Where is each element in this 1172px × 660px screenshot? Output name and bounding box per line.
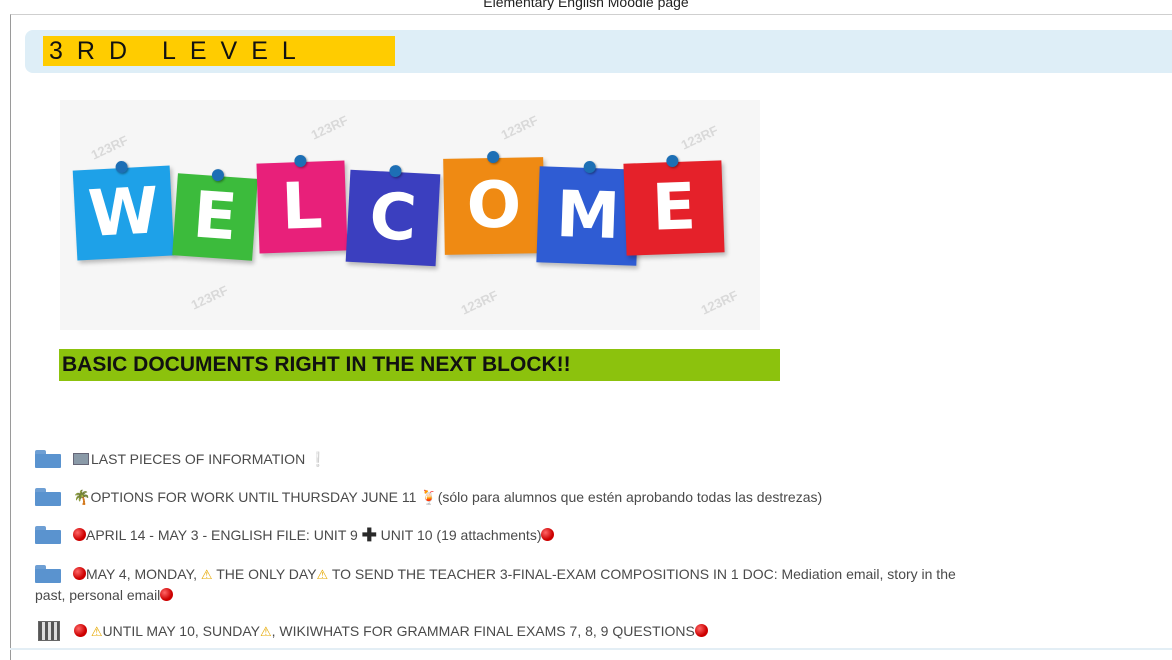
activity-link[interactable]: LAST PIECES OF INFORMATION ❕ — [73, 449, 327, 469]
welcome-tile-c: C — [345, 164, 441, 267]
plus-icon: ✚ — [361, 525, 377, 545]
palm-tree-icon: 🌴 — [73, 489, 91, 505]
welcome-tile-e: E — [172, 168, 258, 261]
red-circle-icon — [74, 624, 87, 637]
warning-icon: ⚠ — [200, 567, 213, 582]
watermark: 123RF — [88, 132, 131, 163]
welcome-tile-o: O — [443, 150, 545, 255]
basic-documents-notice: BASIC DOCUMENTS RIGHT IN THE NEXT BLOCK!… — [59, 349, 780, 381]
activity-folder[interactable]: APRIL 14 - MAY 3 - ENGLISH FILE: UNIT 9 … — [35, 525, 555, 545]
activity-link[interactable]: APRIL 14 - MAY 3 - ENGLISH FILE: UNIT 9 … — [73, 525, 555, 545]
newspaper-icon — [73, 453, 89, 465]
warning-icon: ⚠ — [90, 624, 103, 639]
folder-icon — [35, 526, 61, 544]
warning-icon: ⚠ — [316, 567, 329, 582]
activity-folder[interactable]: LAST PIECES OF INFORMATION ❕ — [35, 449, 327, 469]
section-title[interactable]: 3RD LEVEL — [43, 36, 395, 66]
wiki-icon — [38, 621, 60, 641]
activity-link[interactable]: 🌴OPTIONS FOR WORK UNTIL THURSDAY JUNE 11… — [73, 487, 822, 507]
folder-icon — [35, 565, 61, 583]
welcome-tile-w: W — [72, 160, 175, 261]
activity-folder[interactable]: MAY 4, MONDAY, ⚠ THE ONLY DAY⚠ TO SEND T… — [35, 564, 1165, 605]
red-circle-icon — [73, 567, 86, 580]
document-caption: Elementary English Moodle page — [483, 0, 689, 10]
red-circle-icon — [541, 528, 555, 541]
watermark: 123RF — [698, 287, 741, 318]
cocktail-icon: 🍹 — [420, 489, 438, 505]
red-circle-icon — [694, 624, 708, 637]
red-circle-icon — [73, 528, 86, 541]
section-bottom-border — [10, 648, 1172, 650]
activity-wiki[interactable]: ⚠UNTIL MAY 10, SUNDAY⚠, WIKIWHATS FOR GR… — [35, 621, 708, 642]
welcome-tile-l: L — [256, 154, 348, 254]
exclamation-icon: ❕ — [309, 451, 327, 467]
folder-icon — [35, 450, 61, 468]
watermark: 123RF — [458, 287, 501, 318]
activity-link[interactable]: MAY 4, MONDAY, ⚠ THE ONLY DAY⚠ TO SEND T… — [35, 564, 956, 605]
warning-icon: ⚠ — [259, 624, 272, 639]
watermark: 123RF — [308, 112, 351, 143]
folder-icon — [35, 488, 61, 506]
watermark: 123RF — [498, 112, 541, 143]
welcome-tile-e2: E — [623, 154, 725, 256]
red-circle-icon — [160, 588, 174, 601]
welcome-banner-image: 123RF 123RF 123RF 123RF 123RF 123RF 123R… — [60, 100, 760, 330]
activity-link[interactable]: ⚠UNTIL MAY 10, SUNDAY⚠, WIKIWHATS FOR GR… — [74, 621, 708, 642]
activity-folder[interactable]: 🌴OPTIONS FOR WORK UNTIL THURSDAY JUNE 11… — [35, 487, 822, 507]
watermark: 123RF — [678, 122, 721, 153]
watermark: 123RF — [188, 282, 231, 313]
